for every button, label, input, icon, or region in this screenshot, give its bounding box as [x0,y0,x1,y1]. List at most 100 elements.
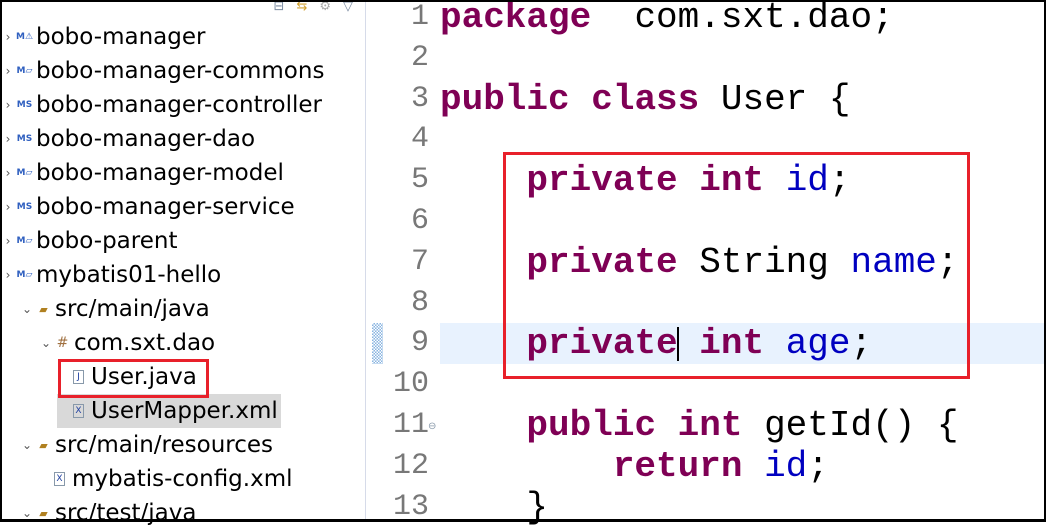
tree-item[interactable]: Xmybatis-config.xml [38,462,293,496]
xml-file-icon: X [73,404,84,418]
tree-item[interactable]: ⌄ ▰ src/main/java [19,292,210,326]
highlight-box-fields [503,152,970,379]
keyword: public [440,78,570,120]
fold-collapse-icon[interactable]: ⊖ [428,421,436,432]
tree-item-label: src/main/resources [55,432,274,458]
code-text: getId() { [742,405,959,446]
tree-item-label: bobo-manager-model [36,160,284,186]
chevron-down-icon[interactable]: ⌄ [19,302,35,316]
maven-project-icon: M▱ [16,66,33,76]
line-number: 8 [410,285,429,320]
tree-item-label: mybatis-config.xml [72,466,293,492]
maven-project-icon: M▱ [16,168,33,178]
maven-spring-project-icon: MS [16,202,33,212]
focus-icon[interactable]: ⚙ [319,0,331,14]
expand-arrow-icon[interactable]: › [0,98,16,112]
maven-spring-project-icon: MS [16,134,33,144]
tree-item-label: bobo-manager-dao [36,126,256,152]
tree-item[interactable]: › M▱ bobo-manager-commons [0,54,325,88]
view-menu-icon[interactable]: ▽ [343,0,353,14]
source-folder-icon: ▰ [39,506,48,520]
line-number: 2 [410,40,429,75]
expand-arrow-icon[interactable]: › [0,30,16,44]
line-number: 4 [410,122,429,157]
chevron-down-icon[interactable]: ⌄ [19,438,35,452]
field-name: id [764,445,808,487]
code-text: } [440,486,549,528]
line-number: 7 [410,244,429,279]
tree-item-label: bobo-manager-controller [36,92,322,118]
tree-item[interactable]: › M⚠ bobo-manager [0,20,206,54]
code-text: com.sxt.dao; [591,0,894,38]
xml-file-icon: X [54,472,65,486]
line-number: 13 [392,489,429,524]
line-number: 11 [392,408,429,442]
code-line[interactable]: package com.sxt.dao; [440,0,1046,38]
highlight-box-user-java [58,359,209,398]
line-number: 6 [410,204,429,238]
tree-item-label: src/main/java [55,296,210,322]
expand-arrow-icon[interactable]: › [0,166,16,180]
maven-spring-project-icon: MS [16,100,33,110]
code-line[interactable]: return id; [440,446,1046,487]
tree-item-label: bobo-manager-commons [36,58,325,84]
tree-item[interactable]: › M▱ bobo-parent [0,224,178,258]
tree-item-label: UserMapper.xml [91,398,278,424]
tree-item[interactable]: › M▱ bobo-manager-model [0,156,284,190]
keyword: package [440,0,592,38]
keyword: public [526,405,657,446]
tree-item-label: bobo-parent [36,228,178,254]
source-folder-icon: ▰ [39,438,48,452]
tree-item[interactable]: ⌄ ▰ src/main/resources [19,428,273,462]
tree-item-label: mybatis01-hello [36,262,222,288]
line-number-gutter: ⊖ 1 2 3 4 5 6 7 8 9 10 11 12 13 [367,0,437,524]
line-number: 5 [410,163,429,198]
code-text: ; [807,445,829,487]
tree-item[interactable]: › MS bobo-manager-dao [0,122,255,156]
maven-project-icon: M▱ [16,236,33,246]
chevron-down-icon[interactable]: ⌄ [19,506,35,520]
tree-item-label: src/test/java [55,500,197,526]
maven-project-warning-icon: M⚠ [15,32,34,42]
tree-item-label: bobo-manager-service [36,194,295,220]
code-line[interactable]: public int getId() { [440,405,1046,446]
link-with-editor-icon[interactable]: ⇆ [296,0,307,14]
code-line[interactable]: } [440,487,1046,528]
project-explorer: ⊟ ⇆ ⚙ ▽ › M⚠ bobo-manager › M▱ bobo-manager-c… [0,0,366,526]
code-text: User { [699,78,851,120]
line-number: 9 [410,326,429,361]
tree-item-label: bobo-manager [36,24,206,50]
expand-arrow-icon[interactable]: › [0,268,16,282]
expand-arrow-icon[interactable]: › [0,64,16,78]
expand-arrow-icon[interactable]: › [0,132,16,146]
tree-item-label: com.sxt.dao [74,330,216,356]
tree-item[interactable]: ⌄ ▰ src/test/java [19,496,196,530]
keyword: return [612,445,743,487]
expand-arrow-icon[interactable]: › [0,200,16,214]
keyword: class [591,78,700,120]
collapse-all-icon[interactable]: ⊟ [274,0,285,14]
source-folder-icon: ▰ [39,302,48,316]
chevron-down-icon[interactable]: ⌄ [38,336,54,350]
maven-project-icon: M▱ [16,270,33,280]
line-number: 10 [392,367,429,402]
tree-item[interactable]: ⌄ # com.sxt.dao [38,326,215,360]
code-line[interactable]: public class User { [440,79,1046,120]
line-number: 1 [410,0,429,34]
line-number: 12 [392,448,429,483]
tree-item[interactable]: › M▱ mybatis01-hello [0,258,222,292]
package-icon: # [56,335,69,351]
tree-item[interactable]: › MS bobo-manager-controller [0,88,322,122]
tree-item[interactable]: X UserMapper.xml [57,394,281,428]
tree-item[interactable]: › MS bobo-manager-service [0,190,295,224]
line-number: 3 [410,81,429,116]
explorer-toolbar: ⊟ ⇆ ⚙ ▽ [274,0,353,18]
code-line[interactable] [440,38,1046,79]
expand-arrow-icon[interactable]: › [0,234,16,248]
keyword: int [677,405,743,446]
